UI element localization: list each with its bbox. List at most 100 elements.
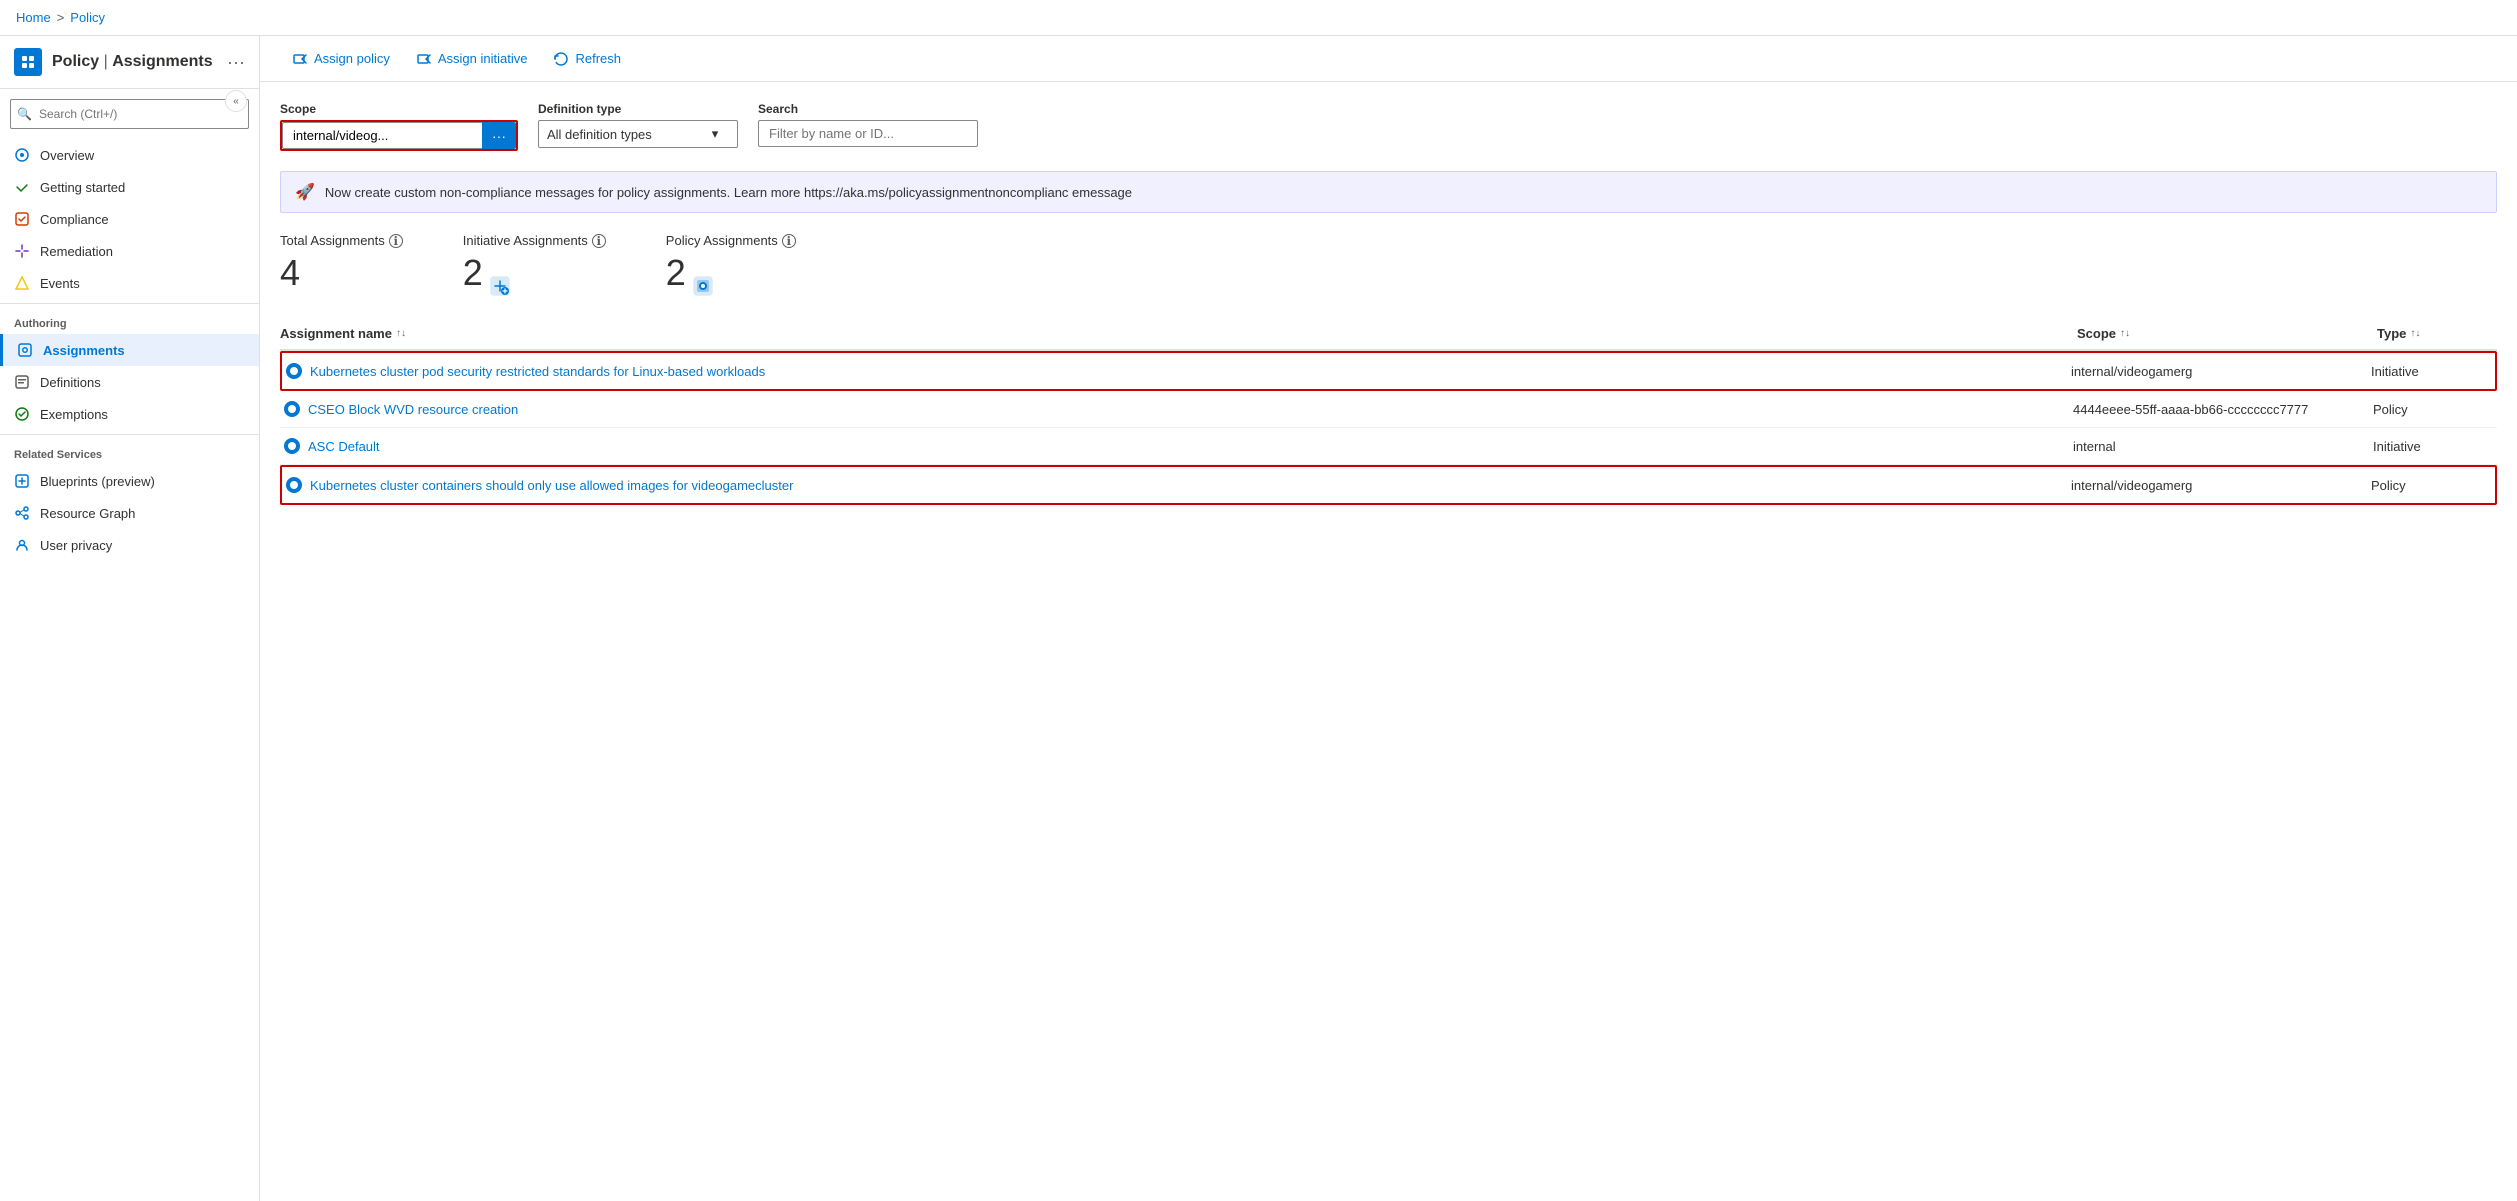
- assign-policy-icon: [292, 50, 308, 67]
- assign-initiative-button[interactable]: Assign initiative: [404, 44, 540, 73]
- table-row: Kubernetes cluster pod security restrict…: [280, 351, 2497, 391]
- definition-type-select[interactable]: All definition types ▾: [538, 120, 738, 148]
- table-row: ASC Default internal Initiative: [280, 428, 2497, 465]
- sidebar-ellipsis[interactable]: ···: [227, 52, 245, 73]
- row-scope-cell: internal/videogamerg: [2071, 478, 2371, 493]
- table-header: Assignment name ↑↓ Scope ↑↓ Type ↑↓: [280, 318, 2497, 351]
- sidebar-item-getting-started[interactable]: Getting started: [0, 171, 259, 203]
- sidebar-item-compliance[interactable]: Compliance: [0, 203, 259, 235]
- authoring-section-label: Authoring: [0, 303, 259, 334]
- row-link[interactable]: Kubernetes cluster containers should onl…: [310, 478, 793, 493]
- sidebar-item-assignments-label: Assignments: [43, 343, 125, 358]
- row-type-cell: Policy: [2373, 402, 2493, 417]
- remediation-icon: [14, 243, 30, 259]
- sidebar-item-events[interactable]: Events: [0, 267, 259, 299]
- toolbar: Assign policy Assign initiative Refresh: [260, 36, 2517, 82]
- refresh-button[interactable]: Refresh: [541, 44, 633, 73]
- row-link[interactable]: ASC Default: [308, 439, 380, 454]
- row-type-cell: Initiative: [2371, 364, 2491, 379]
- sidebar-title: Policy | Assignments: [52, 53, 213, 71]
- initiative-info-icon: ℹ: [592, 234, 606, 248]
- sidebar-nav: Overview Getting started Compliance Reme…: [0, 139, 259, 1201]
- sidebar-item-user-privacy[interactable]: User privacy: [0, 529, 259, 561]
- banner-text: Now create custom non-compliance message…: [325, 185, 1132, 200]
- search-icon: 🔍: [17, 107, 32, 121]
- sidebar-item-blueprints-label: Blueprints (preview): [40, 474, 155, 489]
- initiative-assignments-stat: Initiative Assignments ℹ 2: [463, 233, 606, 294]
- row-link[interactable]: CSEO Block WVD resource creation: [308, 402, 518, 417]
- getting-started-icon: [14, 179, 30, 195]
- table-row: CSEO Block WVD resource creation 4444eee…: [280, 391, 2497, 428]
- events-icon: [14, 275, 30, 291]
- sidebar-item-assignments[interactable]: Assignments: [0, 334, 259, 366]
- breadcrumb: Home > Policy: [16, 10, 105, 25]
- row-type-cell: Initiative: [2373, 439, 2493, 454]
- assignments-table: Assignment name ↑↓ Scope ↑↓ Type ↑↓: [280, 318, 2497, 505]
- col-scope-sort-icon: ↑↓: [2120, 328, 2130, 339]
- sidebar-item-exemptions-label: Exemptions: [40, 407, 108, 422]
- policy-info-icon: ℹ: [782, 234, 796, 248]
- user-privacy-icon: [14, 537, 30, 553]
- definitions-icon: [14, 374, 30, 390]
- sidebar: Policy | Assignments ··· 🔍 « Overview: [0, 36, 260, 1201]
- sidebar-item-exemptions[interactable]: Exemptions: [0, 398, 259, 430]
- sidebar-search-container: 🔍 «: [10, 99, 249, 129]
- col-name-sort-icon: ↑↓: [396, 328, 406, 339]
- initiative-stat-icon: [489, 262, 511, 284]
- scope-input[interactable]: [282, 122, 482, 149]
- sidebar-item-overview[interactable]: Overview: [0, 139, 259, 171]
- sidebar-item-compliance-label: Compliance: [40, 212, 109, 227]
- row-scope-cell: internal/videogamerg: [2071, 364, 2371, 379]
- row-icon: [286, 477, 302, 493]
- scope-browse-button[interactable]: ···: [482, 122, 516, 149]
- sidebar-item-remediation-label: Remediation: [40, 244, 113, 259]
- policy-stat-icon: [692, 262, 714, 284]
- policy-assignments-stat: Policy Assignments ℹ 2: [666, 233, 796, 294]
- initiative-assignments-label: Initiative Assignments ℹ: [463, 233, 606, 248]
- col-type-sort-icon: ↑↓: [2410, 328, 2420, 339]
- row-name-cell: CSEO Block WVD resource creation: [284, 401, 2073, 417]
- search-input[interactable]: [10, 99, 249, 129]
- row-icon: [284, 401, 300, 417]
- sidebar-item-blueprints[interactable]: Blueprints (preview): [0, 465, 259, 497]
- breadcrumb-policy[interactable]: Policy: [70, 10, 105, 25]
- total-assignments-value: 4: [280, 252, 403, 294]
- col-header-name[interactable]: Assignment name ↑↓: [280, 326, 2077, 341]
- assignments-icon: [17, 342, 33, 358]
- search-filter-group: Search: [758, 102, 978, 147]
- collapse-button[interactable]: «: [225, 90, 247, 112]
- main-content: Assign policy Assign initiative Refresh …: [260, 36, 2517, 1201]
- assign-policy-button[interactable]: Assign policy: [280, 44, 402, 73]
- total-assignments-stat: Total Assignments ℹ 4: [280, 233, 403, 294]
- sidebar-item-events-label: Events: [40, 276, 80, 291]
- assign-policy-label: Assign policy: [314, 51, 390, 66]
- stats-row: Total Assignments ℹ 4 Initiative Assignm…: [280, 233, 2497, 294]
- sidebar-item-getting-started-label: Getting started: [40, 180, 125, 195]
- refresh-label: Refresh: [575, 51, 621, 66]
- policy-assignments-value: 2: [666, 252, 796, 294]
- row-icon: [284, 438, 300, 454]
- assign-initiative-icon: [416, 50, 432, 67]
- sidebar-item-resource-graph-label: Resource Graph: [40, 506, 135, 521]
- row-type-cell: Policy: [2371, 478, 2491, 493]
- sidebar-item-remediation[interactable]: Remediation: [0, 235, 259, 267]
- col-header-type[interactable]: Type ↑↓: [2377, 326, 2497, 341]
- sidebar-item-definitions-label: Definitions: [40, 375, 101, 390]
- breadcrumb-home[interactable]: Home: [16, 10, 51, 25]
- definition-type-value: All definition types: [547, 127, 652, 142]
- row-name-cell: ASC Default: [284, 438, 2073, 454]
- search-filter-input[interactable]: [758, 120, 978, 147]
- sidebar-item-resource-graph[interactable]: Resource Graph: [0, 497, 259, 529]
- definition-type-label: Definition type: [538, 102, 738, 116]
- row-link[interactable]: Kubernetes cluster pod security restrict…: [310, 364, 765, 379]
- table-row: Kubernetes cluster containers should onl…: [280, 465, 2497, 505]
- row-scope-cell: 4444eeee-55ff-aaaa-bb66-cccccccc7777: [2073, 402, 2373, 417]
- row-scope-cell: internal: [2073, 439, 2373, 454]
- refresh-icon: [553, 50, 569, 67]
- resource-graph-icon: [14, 505, 30, 521]
- sidebar-item-definitions[interactable]: Definitions: [0, 366, 259, 398]
- chevron-down-icon: ▾: [712, 126, 719, 142]
- related-services-section-label: Related Services: [0, 434, 259, 465]
- col-header-scope[interactable]: Scope ↑↓: [2077, 326, 2377, 341]
- definition-type-filter-group: Definition type All definition types ▾: [538, 102, 738, 148]
